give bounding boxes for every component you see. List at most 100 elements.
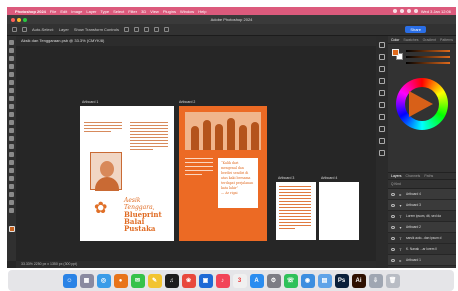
home-icon[interactable] bbox=[12, 27, 17, 32]
menu-plugins[interactable]: Plugins bbox=[163, 9, 176, 14]
color-triangle[interactable] bbox=[409, 91, 433, 117]
foreground-color-swatch[interactable] bbox=[8, 226, 15, 232]
layer-kind-filter[interactable]: Q Kind bbox=[391, 182, 401, 186]
auto-select-target-select[interactable]: Layer bbox=[59, 27, 69, 32]
dock-settings-icon[interactable]: ⚙ bbox=[266, 273, 281, 288]
distribute-icon[interactable] bbox=[153, 27, 159, 32]
pen-tool[interactable] bbox=[9, 168, 14, 173]
clone-stamp-tool[interactable] bbox=[9, 120, 14, 125]
info-panel-icon[interactable] bbox=[379, 150, 385, 156]
visibility-eye-icon[interactable] bbox=[391, 203, 395, 207]
paragraph-panel-icon[interactable] bbox=[379, 114, 385, 120]
menu-layer[interactable]: Layer bbox=[86, 9, 96, 14]
control-center-icon[interactable] bbox=[413, 8, 418, 13]
tab-patterns[interactable]: Patterns bbox=[440, 38, 453, 42]
document-tab[interactable]: Aksik dan Tenggaraan.psb @ 33.3% (CMYK/8… bbox=[16, 36, 376, 46]
dock-app-blue-icon[interactable]: ▣ bbox=[198, 273, 213, 288]
color-slider-2[interactable] bbox=[406, 56, 450, 58]
zoom-window-button[interactable] bbox=[23, 18, 27, 22]
artboard-1[interactable]: ✿ Aesik Tenggara, Blueprint Balai Pustak… bbox=[80, 106, 174, 241]
wifi-icon[interactable] bbox=[399, 8, 404, 13]
zoom-tool[interactable] bbox=[9, 208, 14, 213]
dock-preview-icon[interactable]: ▤ bbox=[317, 273, 332, 288]
visibility-eye-icon[interactable] bbox=[391, 225, 395, 229]
dock-music-icon[interactable]: ♪ bbox=[215, 273, 230, 288]
more-options-icon[interactable] bbox=[163, 27, 169, 32]
layer-row[interactable]: T K. Nanak ...ar lorem ll bbox=[388, 244, 456, 255]
artboard-1-label[interactable]: Artboard 1 bbox=[82, 100, 98, 104]
color-slider-3[interactable] bbox=[406, 62, 450, 64]
layer-row[interactable]: ▸ Artboard 1 bbox=[388, 255, 456, 266]
dock-appstore-icon[interactable]: A bbox=[249, 273, 264, 288]
dock-notes-icon[interactable]: ✎ bbox=[147, 273, 162, 288]
visibility-eye-icon[interactable] bbox=[391, 236, 395, 240]
menu-window[interactable]: Window bbox=[180, 9, 194, 14]
artboard-2[interactable]: “Kalik dari mengenal dan berdiri sendiri… bbox=[179, 106, 267, 241]
menu-app-name[interactable]: Photoshop 2024 bbox=[15, 9, 46, 14]
glyphs-panel-icon[interactable] bbox=[379, 138, 385, 144]
menubar-clock[interactable]: Wed 3 Jan 12:06 bbox=[421, 9, 451, 14]
layer-row[interactable]: T Lorem ipsum, dit, sed da bbox=[388, 211, 456, 222]
dock-firefox-icon[interactable]: ● bbox=[113, 273, 128, 288]
menu-view[interactable]: View bbox=[150, 9, 159, 14]
align-right-icon[interactable] bbox=[143, 27, 149, 32]
share-button[interactable]: Share bbox=[405, 26, 426, 33]
document-canvas[interactable]: Artboard 1 ✿ Aesik Tenggara, Blueprint B… bbox=[16, 46, 376, 261]
show-transform-checkbox[interactable]: Show Transform Controls bbox=[74, 27, 119, 32]
shape-tool[interactable] bbox=[9, 192, 14, 197]
healing-brush-tool[interactable] bbox=[9, 104, 14, 109]
auto-select-checkbox[interactable]: Auto-Select: bbox=[32, 27, 54, 32]
frame-tool[interactable] bbox=[9, 88, 14, 93]
close-window-button[interactable] bbox=[11, 18, 15, 22]
panel-foreground-color-swatch[interactable] bbox=[392, 49, 399, 56]
menu-filter[interactable]: Filter bbox=[128, 9, 137, 14]
layer-row[interactable]: T sarsik auto...dan ipsum d bbox=[388, 233, 456, 244]
tab-swatches[interactable]: Swatches bbox=[403, 38, 418, 42]
dock-calendar-icon[interactable]: 3 bbox=[232, 273, 247, 288]
artboard-3[interactable] bbox=[276, 182, 316, 240]
actions-panel-icon[interactable] bbox=[379, 54, 385, 60]
tab-color[interactable]: Color bbox=[391, 38, 399, 42]
artboard-4[interactable] bbox=[319, 182, 359, 240]
gradient-tool[interactable] bbox=[9, 144, 14, 149]
align-left-icon[interactable] bbox=[123, 27, 129, 32]
dock-finder-icon[interactable]: ☺ bbox=[62, 273, 77, 288]
layer-row[interactable]: ▸ Artboard 4 bbox=[388, 189, 456, 200]
dock-launchpad-icon[interactable]: ▦ bbox=[79, 273, 94, 288]
type-tool[interactable] bbox=[9, 176, 14, 181]
dock-safari-icon[interactable]: ◎ bbox=[96, 273, 111, 288]
blur-tool[interactable] bbox=[9, 152, 14, 157]
layer-row[interactable]: ▾ Artboard 2 bbox=[388, 222, 456, 233]
history-panel-icon[interactable] bbox=[379, 42, 385, 48]
lasso-tool[interactable] bbox=[9, 64, 14, 69]
minimize-window-button[interactable] bbox=[17, 18, 21, 22]
tab-gradient[interactable]: Gradient bbox=[423, 38, 436, 42]
hand-tool[interactable] bbox=[9, 200, 14, 205]
crop-tool[interactable] bbox=[9, 80, 14, 85]
menu-edit[interactable]: Edit bbox=[60, 9, 67, 14]
tab-channels[interactable]: Channels bbox=[406, 174, 421, 178]
dock-whatsapp-icon[interactable]: ☏ bbox=[283, 273, 298, 288]
visibility-eye-icon[interactable] bbox=[391, 214, 395, 218]
artboard-2-label[interactable]: Artboard 2 bbox=[179, 100, 195, 104]
object-select-tool[interactable] bbox=[9, 72, 14, 77]
battery-icon[interactable] bbox=[406, 8, 411, 13]
artboard-4-label[interactable]: Artboard 4 bbox=[321, 176, 337, 180]
menu-type[interactable]: Type bbox=[100, 9, 109, 14]
dock-photos-icon[interactable]: ❀ bbox=[181, 273, 196, 288]
color-wheel[interactable] bbox=[396, 78, 448, 130]
visibility-eye-icon[interactable] bbox=[391, 192, 395, 196]
brush-tool[interactable] bbox=[9, 112, 14, 117]
status-icon[interactable] bbox=[392, 8, 397, 13]
dock-downloads-icon[interactable]: ⇩ bbox=[368, 273, 383, 288]
adjustments-panel-icon[interactable] bbox=[379, 78, 385, 84]
artboard-tool[interactable] bbox=[9, 48, 14, 53]
libraries-panel-icon[interactable] bbox=[379, 90, 385, 96]
artboard-3-label[interactable]: Artboard 3 bbox=[278, 176, 294, 180]
tab-paths[interactable]: Paths bbox=[424, 174, 433, 178]
dock-photoshop-icon[interactable]: Ps bbox=[334, 273, 349, 288]
menu-3d[interactable]: 3D bbox=[141, 9, 146, 14]
dodge-tool[interactable] bbox=[9, 160, 14, 165]
align-center-icon[interactable] bbox=[133, 27, 139, 32]
color-slider-1[interactable] bbox=[406, 50, 450, 52]
